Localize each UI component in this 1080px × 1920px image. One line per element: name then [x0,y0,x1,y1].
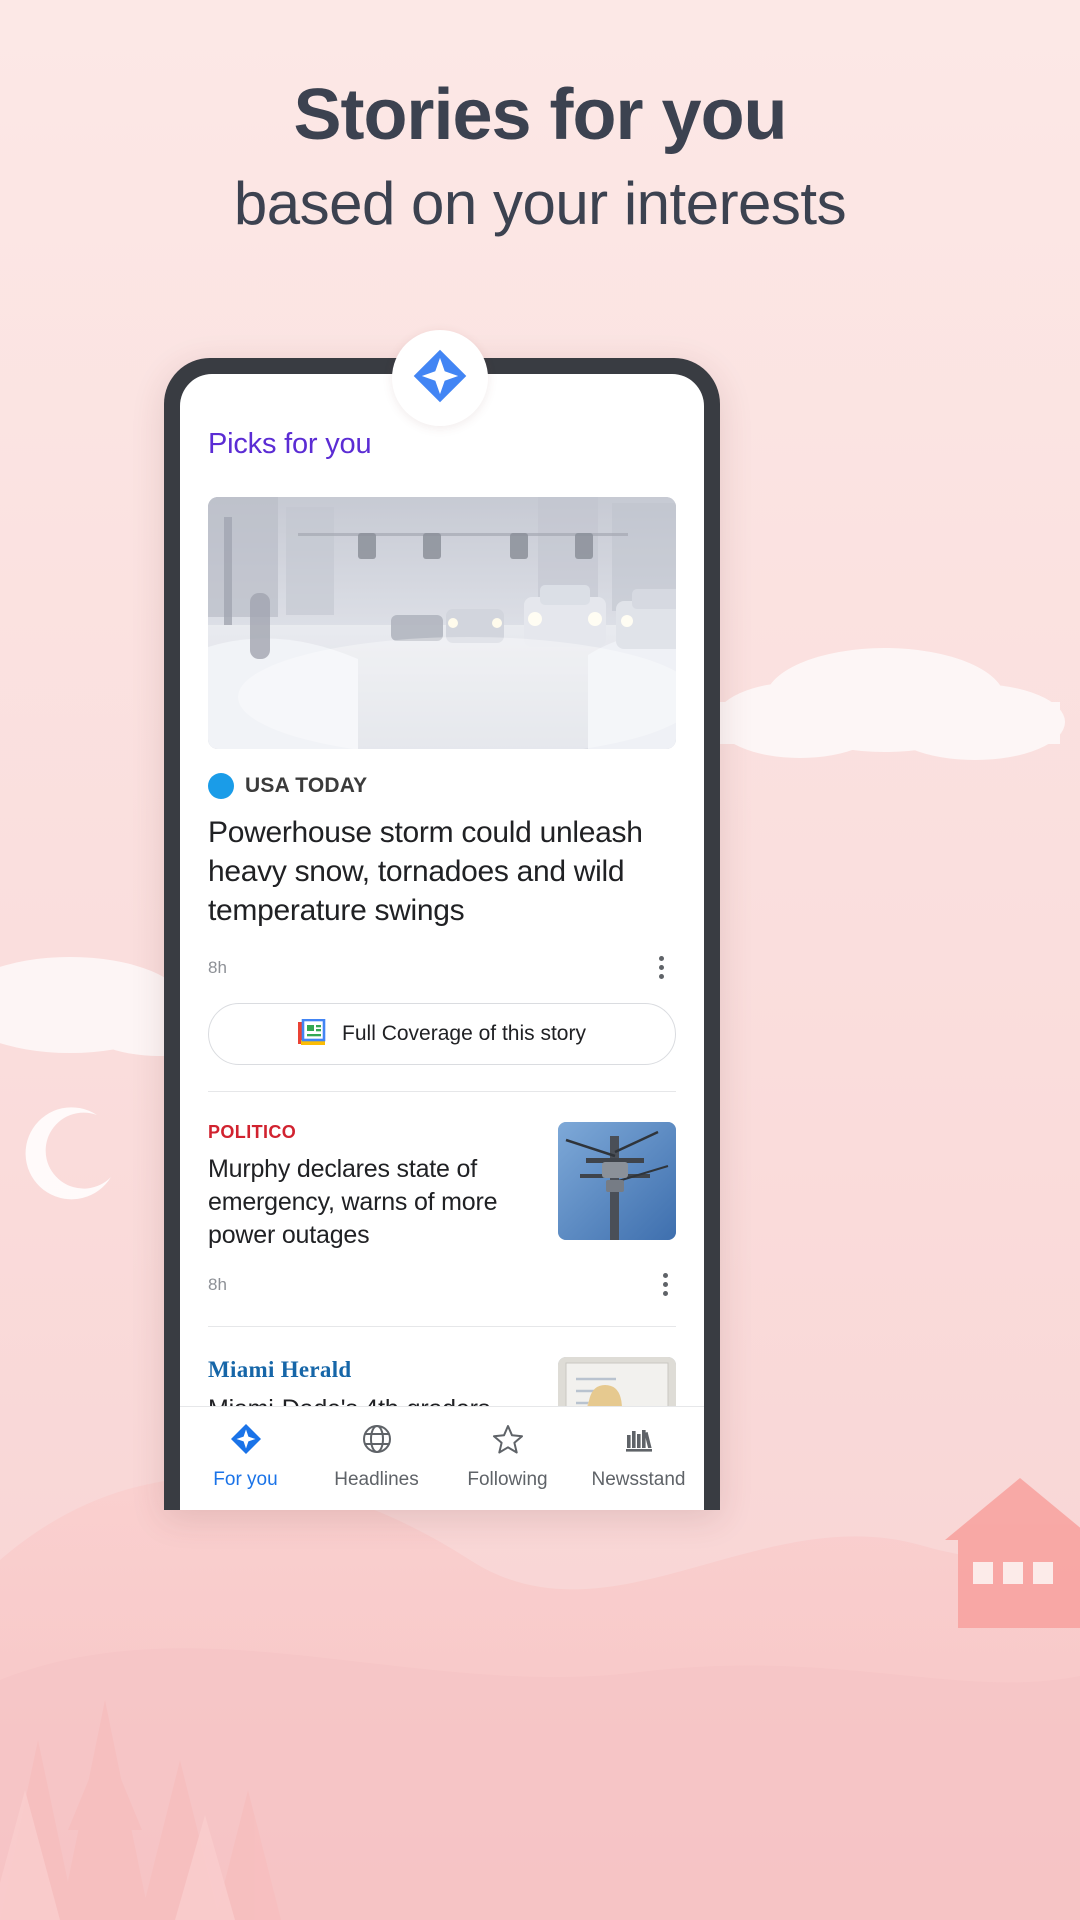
kebab-menu-icon[interactable] [651,952,672,983]
kebab-menu-icon[interactable] [655,1269,676,1300]
bookshelf-icon [623,1423,655,1460]
story-source-miami-herald: Miami Herald [208,1357,352,1383]
nav-label: Following [467,1469,548,1490]
nav-label: Headlines [334,1469,419,1490]
star-outline-icon [492,1423,524,1460]
story-headline[interactable]: Miami-Dade's 4th-graders stand out among… [208,1393,538,1406]
bottom-navigation: For you Headlines Following Newsstand [180,1406,704,1510]
full-coverage-news-icon [298,1018,328,1050]
diamond-star-icon [230,1423,262,1460]
story-thumbnail [558,1122,676,1240]
globe-icon [361,1423,393,1460]
story-headline[interactable]: Murphy declares state of emergency, warn… [208,1153,538,1251]
phone-mockup: Picks for you USA TODAY Powerhouse storm… [164,358,720,1510]
promo-title: Stories for you [293,75,787,155]
lead-source-row[interactable]: USA TODAY [208,773,676,799]
full-coverage-button[interactable]: Full Coverage of this story [208,1003,676,1065]
news-feed: Picks for you USA TODAY Powerhouse storm… [180,374,704,1406]
lead-source-name: USA TODAY [245,774,368,797]
full-coverage-label: Full Coverage of this story [342,1022,586,1045]
story-source-politico: POLITICO [208,1122,297,1142]
story-meta-row: 8h [180,1269,704,1300]
list-item[interactable]: POLITICO Murphy declares state of emerge… [180,1092,704,1251]
lead-meta-row: 8h [208,952,676,983]
lead-story-card[interactable]: USA TODAY Powerhouse storm could unleash… [180,461,704,1065]
google-news-diamond-star-icon [411,347,469,410]
nav-item-for-you[interactable]: For you [180,1423,311,1491]
lead-story-image [208,497,676,749]
usa-today-circle-icon [208,773,234,799]
nav-label: Newsstand [591,1469,686,1490]
google-news-logo-badge [392,330,488,426]
story-thumbnail [558,1357,676,1406]
lead-timestamp: 8h [208,957,227,977]
nav-label: For you [213,1469,278,1490]
story-timestamp: 8h [208,1274,227,1294]
nav-item-following[interactable]: Following [442,1423,573,1491]
nav-item-newsstand[interactable]: Newsstand [573,1423,704,1491]
promo-subtitle: based on your interests [233,169,847,237]
list-item[interactable]: Miami Herald Miami-Dade's 4th-graders st… [180,1327,704,1406]
promo-text-block: Stories for you based on your interests [0,0,1080,238]
nav-item-headlines[interactable]: Headlines [311,1423,442,1491]
lead-story-headline[interactable]: Powerhouse storm could unleash heavy sno… [208,813,676,930]
phone-screen: Picks for you USA TODAY Powerhouse storm… [180,374,704,1510]
